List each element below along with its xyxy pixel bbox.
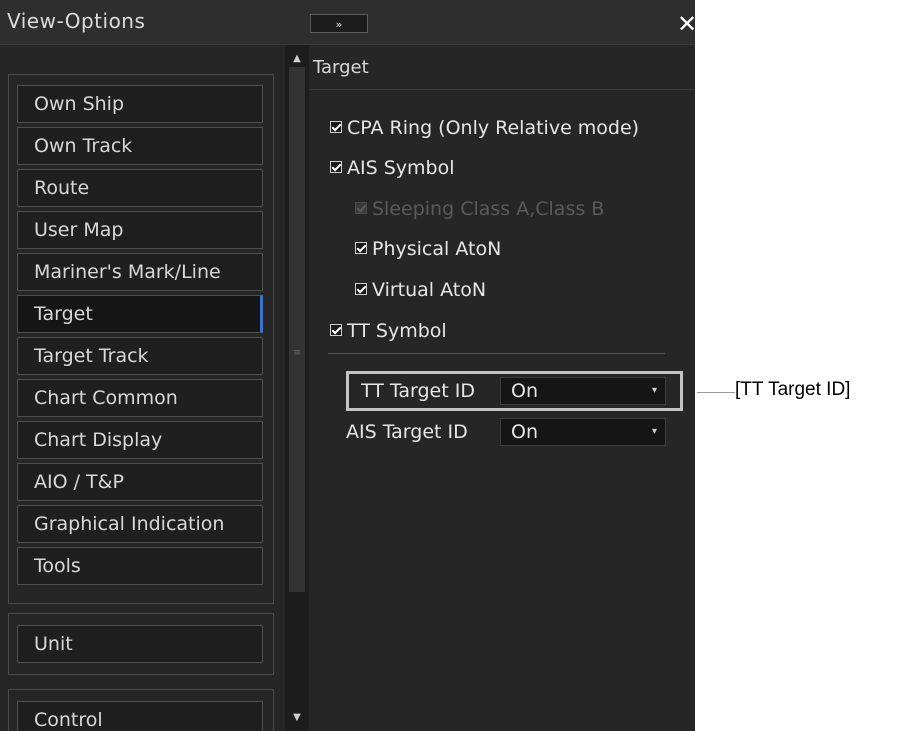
nav-item-own-track[interactable]: Own Track xyxy=(17,127,263,165)
checkbox-checked-icon xyxy=(355,241,367,254)
virtual-aton-checkbox[interactable]: Virtual AtoN xyxy=(355,276,486,304)
section-title: Target xyxy=(310,45,695,90)
physical-aton-checkbox[interactable]: Physical AtoN xyxy=(355,235,501,263)
nav-item-target-track[interactable]: Target Track xyxy=(17,337,263,375)
checkbox-checked-icon xyxy=(355,201,367,214)
nav-item-graphical-indication[interactable]: Graphical Indication xyxy=(17,505,263,543)
title-bar: View-Options » ✕ xyxy=(0,0,695,45)
nav-item-unit[interactable]: Unit xyxy=(17,625,263,663)
category-menu: Own Ship Own Track Route User Map Marine… xyxy=(0,45,285,731)
ais-target-id-dropdown[interactable]: On ▾ xyxy=(500,418,666,446)
nav-item-control[interactable]: Control xyxy=(17,701,263,731)
cpa-ring-label: CPA Ring (Only Relative mode) xyxy=(347,117,640,139)
scroll-up-arrow-icon[interactable]: ▲ xyxy=(285,53,309,67)
tt-symbol-checkbox[interactable]: TT Symbol xyxy=(330,317,447,345)
ais-symbol-checkbox[interactable]: AIS Symbol xyxy=(330,154,454,182)
sleeping-class-label: Sleeping Class A,Class B xyxy=(372,198,605,220)
nav-item-mariners-mark-line[interactable]: Mariner's Mark/Line xyxy=(17,253,263,291)
chevron-down-icon: ▾ xyxy=(651,426,657,437)
nav-item-aio-tp[interactable]: AIO / T&P xyxy=(17,463,263,501)
window-title: View-Options xyxy=(7,9,146,33)
callout-highlight-frame xyxy=(346,371,683,411)
sleeping-class-checkbox: Sleeping Class A,Class B xyxy=(355,195,604,223)
nav-item-chart-common[interactable]: Chart Common xyxy=(17,379,263,417)
tt-symbol-label: TT Symbol xyxy=(347,320,447,342)
nav-item-tools[interactable]: Tools xyxy=(17,547,263,585)
section-divider xyxy=(328,353,665,354)
callout-leader-line xyxy=(697,392,735,393)
scroll-grip-icon: ≡ xyxy=(293,348,301,358)
ais-target-id-label: AIS Target ID xyxy=(346,421,468,443)
checkbox-checked-icon xyxy=(330,160,342,173)
expand-button[interactable]: » xyxy=(310,14,368,33)
close-button[interactable]: ✕ xyxy=(677,12,695,36)
physical-aton-label: Physical AtoN xyxy=(372,238,502,260)
virtual-aton-label: Virtual AtoN xyxy=(372,279,487,301)
scroll-thumb[interactable]: ≡ xyxy=(289,67,305,592)
ais-target-id-value: On xyxy=(511,421,538,443)
nav-item-route[interactable]: Route xyxy=(17,169,263,207)
nav-item-target[interactable]: Target xyxy=(17,295,263,333)
cpa-ring-checkbox[interactable]: CPA Ring (Only Relative mode) xyxy=(330,114,639,142)
nav-item-user-map[interactable]: User Map xyxy=(17,211,263,249)
scroll-down-arrow-icon[interactable]: ▼ xyxy=(285,712,309,726)
callout-label: [TT Target ID] xyxy=(735,379,851,400)
checkbox-checked-icon xyxy=(330,120,342,133)
checkbox-checked-icon xyxy=(330,323,342,336)
nav-item-own-ship[interactable]: Own Ship xyxy=(17,85,263,123)
menu-scrollbar[interactable]: ▲ ≡ ▼ xyxy=(285,45,309,731)
ais-symbol-label: AIS Symbol xyxy=(347,157,455,179)
view-options-window: View-Options » ✕ Own Ship Own Track Rout… xyxy=(0,0,695,731)
nav-item-chart-display[interactable]: Chart Display xyxy=(17,421,263,459)
checkbox-checked-icon xyxy=(355,282,367,295)
